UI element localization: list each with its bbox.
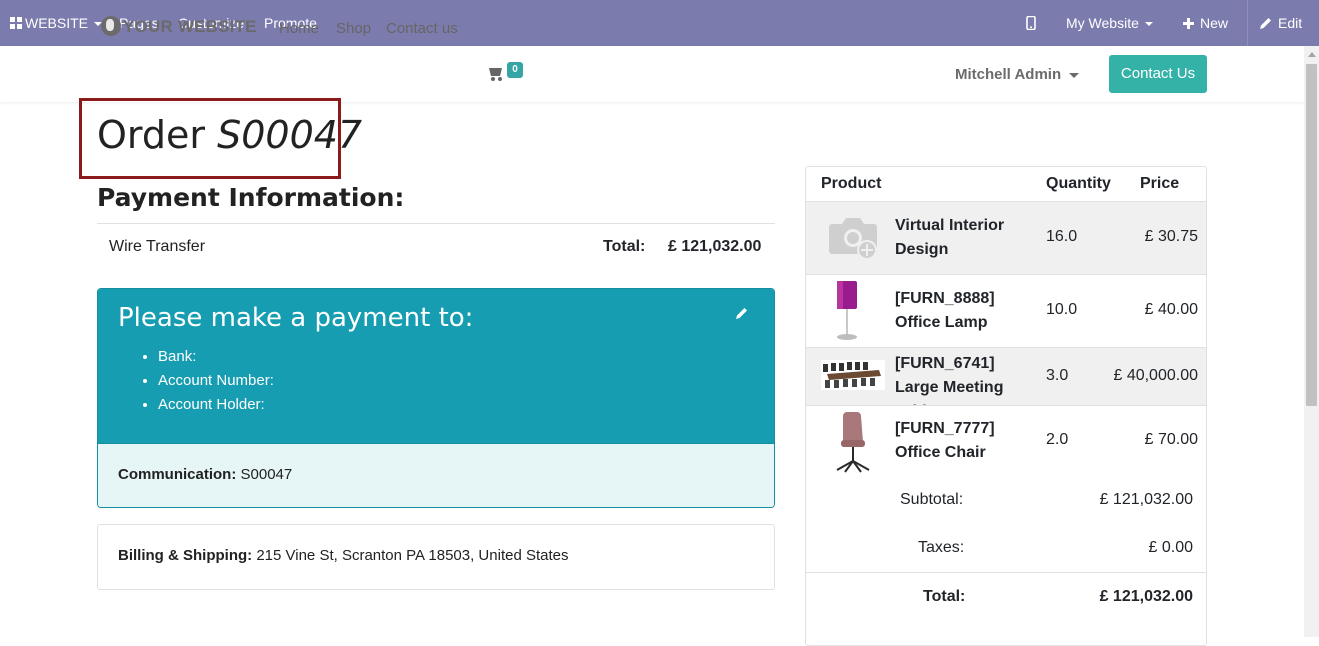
- product-name[interactable]: [FURN_7777] Office Chair: [895, 417, 1040, 465]
- pencil-icon: [1260, 18, 1271, 29]
- plus-icon: [1183, 18, 1194, 29]
- product-quantity: 16.0: [1046, 228, 1078, 245]
- communication-value: S00047: [240, 466, 293, 483]
- payment-instructions-header: Please make a payment to: Bank: Account …: [98, 289, 774, 443]
- scrollbar-thumb[interactable]: [1306, 64, 1317, 406]
- list-item: Account Number:: [158, 369, 274, 393]
- subtotal-value: £ 121,032.00: [1099, 491, 1193, 508]
- bank-details-list: Bank: Account Number: Account Holder:: [158, 345, 274, 417]
- payment-total-label: Total:: [603, 238, 646, 255]
- product-quantity: 2.0: [1046, 431, 1069, 448]
- scroll-up-arrow-icon[interactable]: [1308, 52, 1316, 57]
- billing-shipping-card: Billing & Shipping: 215 Vine St, Scranto…: [97, 524, 775, 590]
- chevron-down-icon: [1144, 22, 1153, 27]
- globe-icon: [101, 16, 121, 36]
- new-label: New: [1200, 15, 1229, 31]
- total-value: £ 121,032.00: [1099, 588, 1193, 605]
- divider: [806, 572, 1206, 573]
- nav-link-contact-us[interactable]: Contact us: [386, 20, 458, 37]
- chevron-down-icon: [1069, 72, 1080, 78]
- communication-label: Communication:: [118, 466, 237, 483]
- column-header-quantity: Quantity: [1046, 175, 1111, 192]
- table-row: Virtual Interior Design 16.0 £ 30.75: [806, 201, 1206, 274]
- user-menu[interactable]: Mitchell Admin: [955, 66, 1080, 83]
- payment-instructions-panel: Please make a payment to: Bank: Account …: [97, 288, 775, 508]
- contact-us-button[interactable]: Contact Us: [1109, 55, 1207, 93]
- product-price: £ 70.00: [1144, 431, 1198, 448]
- payment-total-value: £ 121,032.00: [668, 238, 762, 255]
- divider: [1247, 0, 1248, 46]
- divider: [97, 223, 775, 224]
- product-price: £ 40.00: [1144, 301, 1198, 318]
- lamp-image: [837, 281, 857, 340]
- mobile-preview-button[interactable]: [1026, 0, 1036, 46]
- shopping-cart-icon[interactable]: [489, 66, 503, 81]
- website-menu-label: WEBSITE: [25, 15, 89, 31]
- grid-icon: [10, 17, 22, 29]
- table-row: [FURN_6741] Large Meeting Table 3.0 £ 40…: [806, 347, 1206, 420]
- table-row: [FURN_7777] Office Chair 2.0 £ 70.00: [806, 405, 1206, 477]
- payment-info-heading: Payment Information:: [97, 183, 405, 212]
- nav-link-home[interactable]: Home: [279, 20, 319, 37]
- new-content-button[interactable]: New: [1183, 0, 1228, 46]
- cart-count-badge: 0: [507, 62, 523, 78]
- column-header-price: Price: [1140, 175, 1180, 192]
- taxes-label: Taxes:: [918, 539, 965, 556]
- vertical-scrollbar[interactable]: [1304, 46, 1319, 637]
- product-name[interactable]: [FURN_8888] Office Lamp: [895, 287, 1040, 335]
- column-header-product: Product: [821, 175, 882, 192]
- payment-method: Wire Transfer: [109, 238, 206, 255]
- billing-shipping-line: Billing & Shipping: 215 Vine St, Scranto…: [118, 547, 569, 564]
- site-logo[interactable]: YOUR WEBSITE: [101, 16, 257, 37]
- my-website-menu[interactable]: My Website: [1066, 0, 1153, 46]
- communication-line: Communication: S00047: [118, 466, 292, 483]
- billing-shipping-label: Billing & Shipping:: [118, 547, 253, 564]
- my-website-label: My Website: [1066, 15, 1139, 31]
- pencil-icon[interactable]: [736, 307, 748, 319]
- list-item: Bank:: [158, 345, 274, 369]
- website-apps-menu[interactable]: WEBSITE: [10, 0, 103, 46]
- product-quantity: 3.0: [1046, 367, 1069, 384]
- product-name[interactable]: Virtual Interior Design: [895, 214, 1040, 262]
- logo-text: YOUR WEBSITE: [123, 17, 257, 36]
- product-price: £ 30.75: [1144, 228, 1198, 245]
- total-label: Total:: [923, 588, 966, 605]
- chair-image: [836, 412, 870, 473]
- mobile-phone-icon: [1026, 15, 1036, 31]
- order-number: S00047: [217, 113, 363, 157]
- table-row: [FURN_8888] Office Lamp 10.0 £ 40.00: [806, 274, 1206, 347]
- meeting-table-image: [821, 360, 885, 390]
- order-summary-table: Product Quantity Price Virtual Interior …: [805, 166, 1207, 646]
- product-price: £ 40,000.00: [1113, 367, 1198, 384]
- order-title-prefix: Order: [97, 113, 205, 157]
- list-item: Account Holder:: [158, 393, 274, 417]
- edit-label: Edit: [1278, 15, 1303, 31]
- page-title: Order S00047: [97, 113, 362, 157]
- billing-address: 215 Vine St, Scranton PA 18503, United S…: [256, 547, 569, 564]
- edit-button[interactable]: Edit: [1260, 0, 1302, 46]
- product-quantity: 10.0: [1046, 301, 1078, 318]
- camera-placeholder-icon: [829, 218, 877, 260]
- user-name: Mitchell Admin: [955, 66, 1062, 83]
- taxes-value: £ 0.00: [1148, 539, 1193, 556]
- communication-section: Communication: S00047: [98, 443, 774, 507]
- payment-instructions-title: Please make a payment to:: [118, 303, 474, 333]
- subtotal-label: Subtotal:: [900, 491, 964, 508]
- nav-link-shop[interactable]: Shop: [336, 20, 371, 37]
